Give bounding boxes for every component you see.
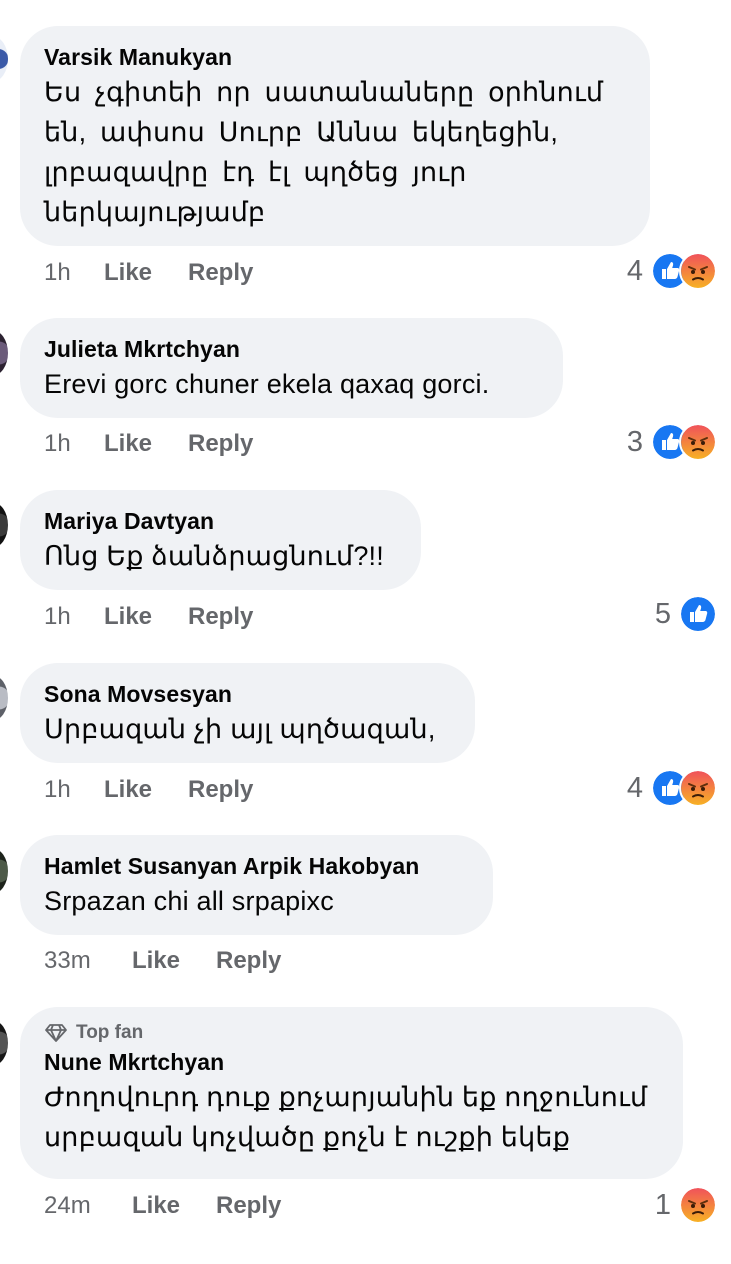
reaction-summary[interactable]: 3 [627,423,717,461]
comment-bubble[interactable]: Varsik Manukyan Ես չգիտեի որ սատանաները … [20,26,650,246]
reply-button[interactable]: Reply [188,429,253,459]
like-button[interactable]: Like [104,602,188,632]
comment-actions: 33m Like Reply [44,946,281,976]
comment-bubble[interactable]: Julieta Mkrtchyan Erevi gorc chuner ekel… [20,318,563,418]
comment-text-line: Srpazan chi all srpapixc [44,886,334,916]
like-button[interactable]: Like [104,429,188,459]
reaction-count: 4 [626,771,643,804]
comment-time[interactable]: 33m [44,946,132,976]
comment-actions: 24m Like Reply [44,1191,281,1221]
comment-author[interactable]: Hamlet Susanyan Arpik Hakobyan [44,851,469,881]
comment-actions: 1h Like Reply [44,602,253,632]
comment-text-line: սրբազան կոչվածը քոչն է ուշքի եկեք [44,1122,571,1152]
angry-reaction-icon [679,423,717,461]
comment-author[interactable]: Julieta Mkrtchyan [44,334,539,364]
angry-reaction-icon [679,252,717,290]
comment-bubble[interactable]: Top fan Nune Mkrtchyan Ժողովուրդ դուք քո… [20,1007,683,1179]
like-button[interactable]: Like [104,258,188,288]
angry-reaction-icon [679,1186,717,1224]
like-reaction-icon [679,595,717,633]
diamond-icon [45,1024,67,1042]
comment-author[interactable]: Varsik Manukyan [44,42,626,72]
reply-button[interactable]: Reply [216,946,281,976]
comment-bubble[interactable]: Sona Movsesyan Սրբազան չի այլ պղծազան, [20,663,475,763]
comment-time[interactable]: 1h [44,258,104,288]
reaction-count: 1 [654,1188,671,1221]
reaction-summary[interactable]: 4 [627,252,717,290]
comment-text-line: Erevi gorc chuner ekela qaxaq gorci. [44,369,490,399]
comment-time[interactable]: 24m [44,1191,132,1221]
reaction-count: 5 [654,597,671,630]
comment-bubble[interactable]: Mariya Davtyan Ոնց Եք ձանձրացնում?!! [20,490,421,590]
comment-text-line: Ոնց Եք ձանձրացնում?!! [44,541,384,571]
reaction-summary[interactable]: 5 [655,595,717,633]
like-button[interactable]: Like [132,1191,216,1221]
reaction-summary[interactable]: 1 [655,1186,717,1224]
reaction-summary[interactable]: 4 [627,769,717,807]
comment-text-line: են, ափսոս Սուրբ Աննա եկեղեցին, [44,117,559,147]
comment-text-line: Ժողովուրդ դուք քոչարյանին եք ողջունում [44,1082,648,1112]
comment-author[interactable]: Mariya Davtyan [44,506,397,536]
reply-button[interactable]: Reply [188,775,253,805]
angry-reaction-icon [679,769,717,807]
avatar[interactable] [0,848,8,894]
comment-author[interactable]: Nune Mkrtchyan [44,1047,659,1077]
comment-author[interactable]: Sona Movsesyan [44,679,451,709]
comment-text-line: ներկայությամբ [44,197,266,227]
badge-label: Top fan [76,1022,144,1043]
avatar[interactable] [0,330,8,376]
like-button[interactable]: Like [104,775,188,805]
reaction-count: 3 [626,425,643,458]
top-fan-badge: Top fan [44,1021,659,1045]
reaction-count: 4 [626,254,643,287]
comment-time[interactable]: 1h [44,775,104,805]
comment-bubble[interactable]: Hamlet Susanyan Arpik Hakobyan Srpazan c… [20,835,493,935]
reply-button[interactable]: Reply [216,1191,281,1221]
avatar[interactable] [0,675,8,721]
like-button[interactable]: Like [132,946,216,976]
comment-time[interactable]: 1h [44,602,104,632]
comment-time[interactable]: 1h [44,429,104,459]
comment-actions: 1h Like Reply [44,429,253,459]
avatar[interactable] [0,502,8,548]
comment-actions: 1h Like Reply [44,775,253,805]
comment-text-line: լրբազավրը էդ էլ պղծեց յուր [44,157,467,187]
avatar[interactable] [0,1020,8,1066]
comment-text-line: Սրբազան չի այլ պղծազան, [44,714,436,744]
reply-button[interactable]: Reply [188,602,253,632]
comment-actions: 1h Like Reply [44,258,253,288]
comment-text-line: Ես չգիտեի որ սատանաները օրհնում [44,77,604,107]
avatar[interactable] [0,36,8,82]
reply-button[interactable]: Reply [188,258,253,288]
